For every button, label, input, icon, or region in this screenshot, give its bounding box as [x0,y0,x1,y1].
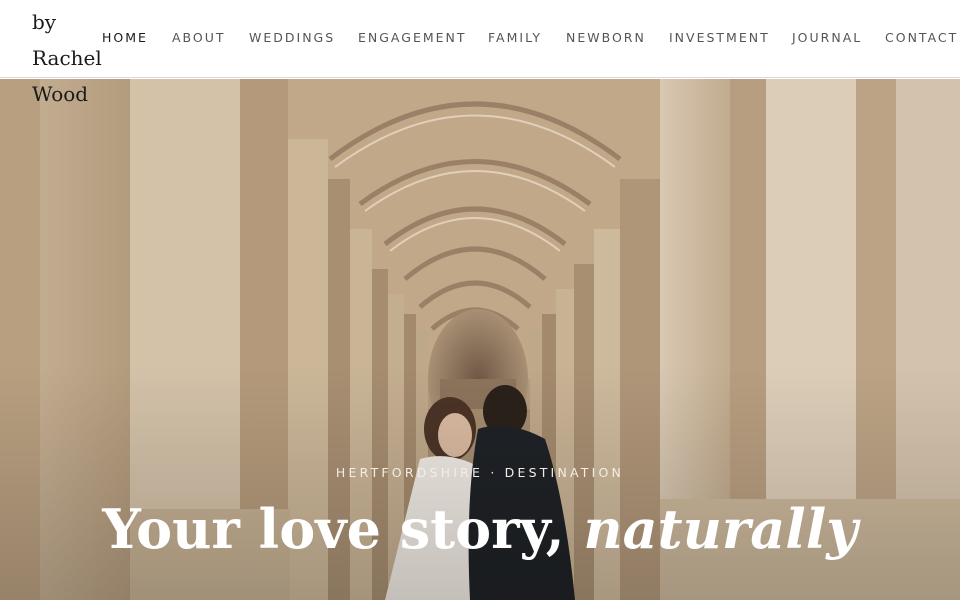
headline-plain: Your love story, [102,497,584,561]
brand-line: by [32,10,57,34]
nav-item-contact[interactable]: CONTACT [885,30,958,46]
hero-section: HERTFORDSHIRE · DESTINATION Your love st… [0,79,960,600]
nav-item-weddings[interactable]: WEDDINGS [249,30,335,46]
hero-headline: Your love story, naturally [0,491,960,567]
hero-eyebrow: HERTFORDSHIRE · DESTINATION [335,465,625,480]
brand-logo[interactable]: by Rachel Wood [32,4,112,112]
nav-item-engagement[interactable]: ENGAGEMENT [358,30,467,46]
nav-item-investment[interactable]: INVESTMENT [669,30,770,46]
main-navigation: HOME ABOUT WEDDINGS ENGAGEMENT FAMILY NE… [102,30,960,46]
headline-italic: naturally [583,497,858,561]
nav-item-journal[interactable]: JOURNAL [792,30,862,46]
nav-item-about[interactable]: ABOUT [172,30,226,46]
nav-item-newborn[interactable]: NEWBORN [566,30,646,46]
brand-line: Wood [32,82,89,106]
site-header: HOME ABOUT WEDDINGS ENGAGEMENT FAMILY NE… [0,0,960,78]
nav-item-family[interactable]: FAMILY [488,30,542,46]
brand-line: Rachel [32,46,102,70]
